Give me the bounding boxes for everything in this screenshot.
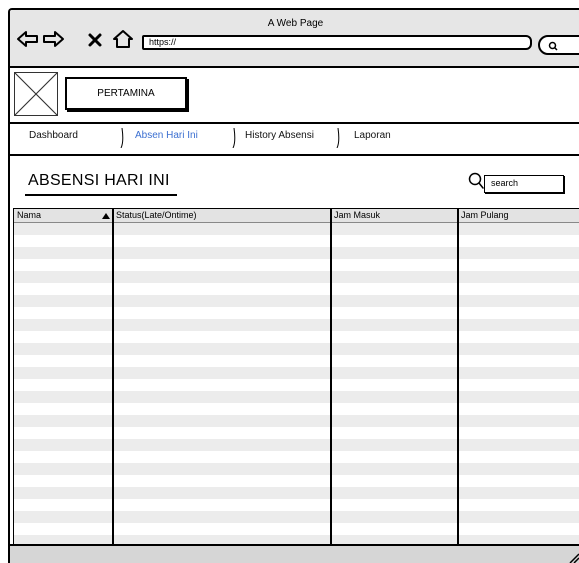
table-row[interactable]	[14, 283, 579, 295]
column-divider	[112, 209, 114, 545]
table-row[interactable]	[14, 511, 579, 523]
table-row[interactable]	[14, 463, 579, 475]
attendance-table: Nama Status(Late/Ontime) Jam Masuk Jam P…	[13, 208, 579, 547]
table-row[interactable]	[14, 427, 579, 439]
logo-image-placeholder	[14, 72, 58, 116]
table-row[interactable]	[14, 391, 579, 403]
column-header-jam-pulang[interactable]: Jam Pulang	[461, 210, 509, 220]
close-x-icon[interactable]	[87, 28, 103, 50]
magnifier-icon	[548, 41, 558, 51]
table-row[interactable]	[14, 235, 579, 247]
table-row[interactable]	[14, 355, 579, 367]
page-header: PERTAMINA	[10, 68, 579, 124]
search-input[interactable]: search	[484, 175, 564, 193]
tab-history-absensi[interactable]: History Absensi	[245, 130, 314, 141]
table-row[interactable]	[14, 343, 579, 355]
url-input[interactable]: https://	[142, 35, 532, 50]
table-row[interactable]	[14, 379, 579, 391]
tab-dashboard[interactable]: Dashboard	[29, 130, 78, 141]
table-row[interactable]	[14, 247, 579, 259]
tab-laporan[interactable]: Laporan	[354, 130, 391, 141]
browser-window: A Web Page https:// PERTAMINA Dashboard	[8, 8, 579, 563]
browser-statusbar	[10, 544, 579, 563]
table-row[interactable]	[14, 415, 579, 427]
table-header-row: Nama Status(Late/Ontime) Jam Masuk Jam P…	[14, 209, 579, 223]
column-header-status[interactable]: Status(Late/Ontime)	[116, 210, 197, 220]
browser-titlebar: A Web Page https://	[10, 10, 579, 68]
table-row[interactable]	[14, 295, 579, 307]
table-row[interactable]	[14, 223, 579, 235]
table-row[interactable]	[14, 403, 579, 415]
table-row[interactable]	[14, 499, 579, 511]
table-row[interactable]	[14, 439, 579, 451]
page-title: ABSENSI HARI INI	[28, 172, 170, 189]
back-arrow-icon[interactable]	[16, 28, 40, 50]
forward-arrow-icon[interactable]	[41, 28, 65, 50]
table-row[interactable]	[14, 451, 579, 463]
column-header-jam-masuk[interactable]: Jam Masuk	[334, 210, 380, 220]
tab-divider	[336, 128, 340, 148]
table-row[interactable]	[14, 487, 579, 499]
table-row[interactable]	[14, 271, 579, 283]
tab-absen-hari-ini[interactable]: Absen Hari Ini	[135, 130, 198, 141]
table-row[interactable]	[14, 331, 579, 343]
table-row[interactable]	[14, 259, 579, 271]
table-row[interactable]	[14, 367, 579, 379]
search-icon[interactable]	[468, 172, 484, 190]
column-divider	[457, 209, 459, 545]
table-row[interactable]	[14, 523, 579, 535]
table-row[interactable]	[14, 307, 579, 319]
title-underline	[25, 194, 177, 196]
browser-search-pill[interactable]	[538, 35, 579, 55]
tab-bar: Dashboard Absen Hari Ini History Absensi…	[10, 126, 579, 156]
resize-grip-icon[interactable]	[568, 552, 579, 563]
home-icon[interactable]	[111, 28, 135, 50]
tab-divider	[232, 128, 236, 148]
column-divider	[330, 209, 332, 545]
table-row[interactable]	[14, 475, 579, 487]
column-header-nama[interactable]: Nama	[17, 210, 41, 220]
tab-divider	[120, 128, 124, 148]
table-row[interactable]	[14, 319, 579, 331]
brand-button[interactable]: PERTAMINA	[65, 77, 187, 110]
sort-ascending-icon[interactable]	[102, 213, 110, 219]
